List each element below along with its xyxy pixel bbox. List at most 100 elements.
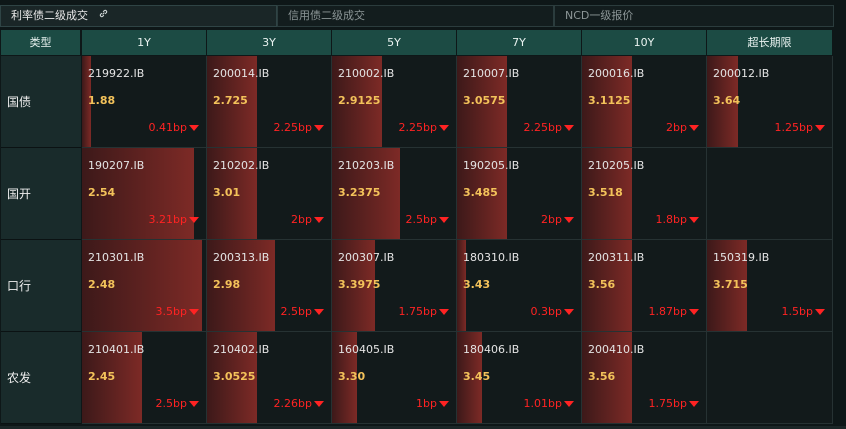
bond-yield: 2.98 [213,278,241,291]
quote-cell[interactable]: 210402.IB 3.0525 2.26bp [207,332,332,424]
bond-yield: 3.01 [213,186,241,199]
yield-change: 2bp [541,213,574,226]
quote-cell[interactable]: 210007.IB 3.0575 2.25bp [457,56,582,148]
yield-change: 1.87bp [649,305,699,318]
bond-code: 180406.IB [463,343,520,356]
quote-cell[interactable]: 210002.IB 2.9125 2.25bp [332,56,457,148]
quote-cell[interactable]: 200311.IB 3.56 1.87bp [582,240,707,332]
down-arrow-icon [189,400,199,407]
bond-code: 210203.IB [338,159,395,172]
yield-change-value: 2.26bp [273,397,312,410]
yield-change: 0.3bp [531,305,574,318]
bond-yield: 2.48 [88,278,116,291]
quote-cell[interactable]: 150319.IB 3.715 1.5bp [707,240,833,332]
empty-quote-cell [707,148,833,240]
down-arrow-icon [564,400,574,407]
quote-cell[interactable]: 190205.IB 3.485 2bp [457,148,582,240]
quote-cell[interactable]: 200016.IB 3.1125 2bp [582,56,707,148]
tab-credit-bond-secondary[interactable]: 信用债二级成交 [277,5,554,27]
tab-label: NCD一级报价 [565,9,634,22]
bond-yield: 3.1125 [588,94,631,107]
quote-cell[interactable]: 210202.IB 3.01 2bp [207,148,332,240]
quote-cell[interactable]: 180310.IB 3.43 0.3bp [457,240,582,332]
quote-cell[interactable]: 200012.IB 3.64 1.25bp [707,56,833,148]
bond-yield: 3.45 [463,370,491,383]
bond-yield: 3.30 [338,370,366,383]
yield-change: 2.25bp [524,121,574,134]
tab-ncd-primary-quote[interactable]: NCD一级报价 [554,5,834,27]
link-icon[interactable] [98,6,109,26]
quote-cell[interactable]: 210301.IB 2.48 3.5bp [82,240,207,332]
bond-code: 180310.IB [463,251,520,264]
column-header-5y: 5Y [332,30,457,55]
quote-cell[interactable]: 210203.IB 3.2375 2.5bp [332,148,457,240]
yield-change-value: 1.8bp [655,213,687,226]
yield-change-value: 2.5bp [405,213,437,226]
bond-code: 200307.IB [338,251,395,264]
yield-change: 1.01bp [524,397,574,410]
quote-cell[interactable]: 160405.IB 3.30 1bp [332,332,457,424]
bond-yield: 3.518 [588,186,623,199]
tab-label: 利率债二级成交 [11,9,88,22]
yield-change-value: 2.5bp [280,305,312,318]
bond-code: 150319.IB [713,251,770,264]
yield-change: 1.25bp [775,121,825,134]
row-label: 农发 [1,332,81,424]
quote-cell[interactable]: 190207.IB 2.54 3.21bp [82,148,207,240]
down-arrow-icon [439,400,449,407]
quote-cell[interactable]: 210205.IB 3.518 1.8bp [582,148,707,240]
bond-yield: 2.54 [88,186,116,199]
bond-code: 210301.IB [88,251,145,264]
quote-cell[interactable]: 200307.IB 3.3975 1.75bp [332,240,457,332]
tab-bar: 利率债二级成交 信用债二级成交 NCD一级报价 [0,5,846,28]
column-header-7y: 7Y [457,30,582,55]
yield-change-value: 3.21bp [148,213,187,226]
bond-code: 210401.IB [88,343,145,356]
yield-change-value: 2.25bp [398,121,437,134]
quote-cell[interactable]: 200313.IB 2.98 2.5bp [207,240,332,332]
yield-change-value: 1.25bp [774,121,813,134]
bond-code: 210402.IB [213,343,270,356]
bond-yield: 2.45 [88,370,116,383]
yield-change-value: 2.25bp [273,121,312,134]
yield-change-value: 1.01bp [523,397,562,410]
down-arrow-icon [189,308,199,315]
tab-rate-bond-secondary[interactable]: 利率债二级成交 [0,5,277,27]
yield-change-value: 1.5bp [781,305,813,318]
down-arrow-icon [689,216,699,223]
bond-code: 190205.IB [463,159,520,172]
bond-yield: 3.0525 [213,370,256,383]
column-header-超长期限: 超长期限 [707,30,833,55]
tab-label: 信用债二级成交 [288,9,365,22]
bond-yield: 3.56 [588,278,616,291]
bond-yield: 1.88 [88,94,116,107]
quote-cell[interactable]: 219922.IB 1.88 0.41bp [82,56,207,148]
yield-change-value: 3.5bp [155,305,187,318]
column-header-type: 类型 [1,30,81,55]
bond-code: 210202.IB [213,159,270,172]
down-arrow-icon [314,308,324,315]
quote-cell[interactable]: 200410.IB 3.56 1.75bp [582,332,707,424]
down-arrow-icon [564,216,574,223]
yield-change-value: 1.75bp [398,305,437,318]
bond-code: 200313.IB [213,251,270,264]
quote-cell[interactable]: 210401.IB 2.45 2.5bp [82,332,207,424]
quote-cell[interactable]: 200014.IB 2.725 2.25bp [207,56,332,148]
yield-change: 2.25bp [399,121,449,134]
bond-code: 190207.IB [88,159,145,172]
bond-code: 210205.IB [588,159,645,172]
row-label: 口行 [1,240,81,332]
yield-change-value: 0.3bp [530,305,562,318]
quote-cell[interactable]: 180406.IB 3.45 1.01bp [457,332,582,424]
down-arrow-icon [564,124,574,131]
bond-code: 160405.IB [338,343,395,356]
down-arrow-icon [314,400,324,407]
yield-change: 2bp [291,213,324,226]
bond-yield: 3.0575 [463,94,506,107]
down-arrow-icon [564,308,574,315]
bond-yield: 3.3975 [338,278,381,291]
bond-code: 219922.IB [88,67,145,80]
down-arrow-icon [314,124,324,131]
yield-change-value: 2bp [666,121,687,134]
yield-change: 2.5bp [406,213,449,226]
